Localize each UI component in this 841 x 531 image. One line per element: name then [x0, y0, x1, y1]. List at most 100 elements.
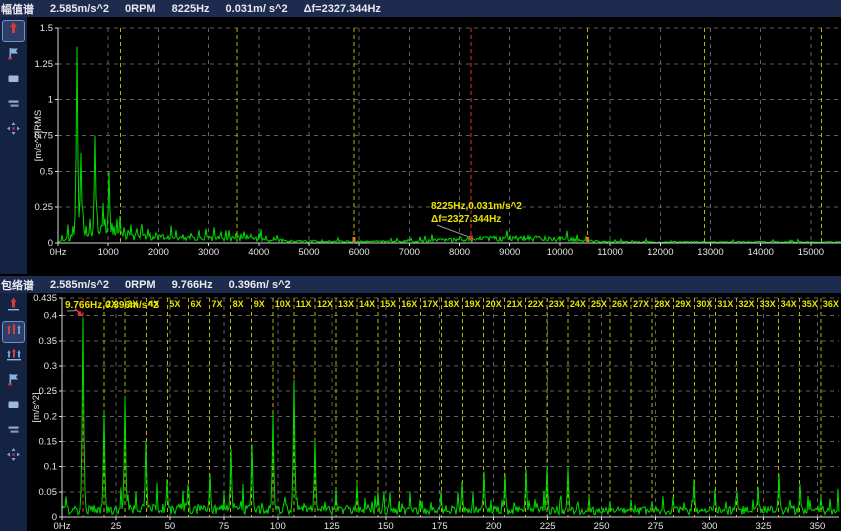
- y-axis-label: [m/s^2]RMS: [33, 110, 44, 161]
- band-icon: [6, 397, 21, 417]
- svg-text:9X: 9X: [254, 299, 265, 309]
- svg-text:32X: 32X: [739, 299, 755, 309]
- svg-text:29X: 29X: [675, 299, 691, 309]
- svg-text:0: 0: [48, 238, 53, 249]
- svg-text:150: 150: [378, 521, 394, 531]
- svg-text:0.3: 0.3: [44, 361, 57, 372]
- svg-text:8X: 8X: [233, 299, 244, 309]
- svg-text:350: 350: [809, 521, 825, 531]
- svg-text:5000: 5000: [298, 247, 319, 258]
- harmonic-cursor-icon: [6, 322, 22, 342]
- delta-f-value: Δf=2327.344Hz: [304, 3, 381, 15]
- svg-text:34X: 34X: [781, 299, 797, 309]
- svg-text:9.766Hz,0.396m/s^2: 9.766Hz,0.396m/s^2: [65, 300, 159, 311]
- svg-text:36X: 36X: [823, 299, 839, 309]
- svg-text:12X: 12X: [317, 299, 333, 309]
- svg-text:175: 175: [432, 521, 448, 531]
- svg-text:14000: 14000: [747, 247, 773, 258]
- move-icon: [6, 447, 21, 467]
- band-icon: [6, 71, 21, 91]
- svg-text:21X: 21X: [507, 299, 523, 309]
- cursor-amplitude-value: 0.031m/ s^2: [226, 3, 288, 15]
- svg-text:10X: 10X: [275, 299, 291, 309]
- svg-text:25X: 25X: [591, 299, 607, 309]
- svg-text:25: 25: [111, 521, 122, 531]
- list-button[interactable]: [2, 95, 25, 117]
- y-axis-label: [m/s^2]: [31, 392, 42, 422]
- single-cursor-button[interactable]: [2, 296, 25, 318]
- svg-text:31X: 31X: [717, 299, 733, 309]
- envelope-spectrum-chart[interactable]: 0Hz2550751001251501752002252502753003253…: [27, 293, 841, 531]
- svg-text:28X: 28X: [654, 299, 670, 309]
- list-icon: [6, 96, 21, 116]
- svg-text:75: 75: [219, 521, 230, 531]
- cursor-frequency-value: 9.766Hz: [172, 279, 213, 291]
- rpm-value: 0RPM: [125, 279, 156, 291]
- svg-text:17X: 17X: [422, 299, 438, 309]
- sideband-cursor-button[interactable]: [2, 346, 25, 368]
- svg-text:1000: 1000: [98, 247, 119, 258]
- svg-text:33X: 33X: [760, 299, 776, 309]
- svg-text:325: 325: [756, 521, 772, 531]
- svg-text:275: 275: [648, 521, 664, 531]
- envelope-toolbar: [0, 293, 27, 531]
- svg-text:0.25: 0.25: [35, 202, 54, 213]
- svg-text:18X: 18X: [443, 299, 459, 309]
- svg-text:11000: 11000: [597, 247, 623, 258]
- panel-title-envelope: 包络谱: [1, 277, 34, 293]
- svg-text:16X: 16X: [401, 299, 417, 309]
- svg-text:9000: 9000: [499, 247, 520, 258]
- svg-text:0: 0: [52, 512, 57, 523]
- svg-text:27X: 27X: [633, 299, 649, 309]
- svg-text:20X: 20X: [486, 299, 502, 309]
- svg-text:225: 225: [540, 521, 556, 531]
- svg-text:15000: 15000: [798, 247, 824, 258]
- band-button[interactable]: [2, 70, 25, 92]
- svg-text:300: 300: [702, 521, 718, 531]
- flag-icon: [6, 372, 21, 392]
- single-cursor-icon: [6, 297, 21, 317]
- amplitude-spectrum-header: 幅值谱 2.585m/s^2 0RPM 8225Hz 0.031m/ s^2 Δ…: [0, 0, 841, 17]
- svg-text:2000: 2000: [148, 247, 169, 258]
- svg-text:0.05: 0.05: [39, 487, 58, 498]
- rpm-value: 0RPM: [125, 3, 156, 15]
- svg-text:125: 125: [324, 521, 340, 531]
- svg-text:6X: 6X: [190, 299, 201, 309]
- svg-text:0.2: 0.2: [44, 411, 57, 422]
- single-cursor-button[interactable]: [2, 20, 25, 42]
- svg-text:5X: 5X: [169, 299, 180, 309]
- amplitude-spectrum-chart[interactable]: 0Hz1000200030004000500060007000800090001…: [27, 17, 841, 276]
- svg-text:14X: 14X: [359, 299, 375, 309]
- svg-text:Δf=2327.344Hz: Δf=2327.344Hz: [431, 214, 501, 225]
- flag-icon: [6, 46, 21, 66]
- svg-text:0.35: 0.35: [39, 336, 58, 347]
- svg-text:0.435: 0.435: [33, 293, 57, 304]
- list-button[interactable]: [2, 421, 25, 443]
- svg-text:0.5: 0.5: [40, 166, 53, 177]
- svg-text:3000: 3000: [198, 247, 219, 258]
- svg-text:13X: 13X: [338, 299, 354, 309]
- svg-text:30X: 30X: [696, 299, 712, 309]
- move-button[interactable]: [2, 120, 25, 142]
- flag-button[interactable]: [2, 371, 25, 393]
- sideband-cursor-icon: [6, 347, 22, 367]
- svg-text:23X: 23X: [549, 299, 565, 309]
- harmonic-cursor-button[interactable]: [2, 321, 25, 343]
- svg-text:26X: 26X: [612, 299, 628, 309]
- svg-text:200: 200: [486, 521, 502, 531]
- list-icon: [6, 422, 21, 442]
- panel-title-amplitude: 幅值谱: [1, 1, 34, 17]
- svg-text:12000: 12000: [647, 247, 673, 258]
- cursor-amplitude-value: 0.396m/ s^2: [229, 279, 291, 291]
- svg-text:15X: 15X: [380, 299, 396, 309]
- svg-text:10000: 10000: [547, 247, 573, 258]
- svg-text:19X: 19X: [464, 299, 480, 309]
- move-button[interactable]: [2, 446, 25, 468]
- svg-text:0.1: 0.1: [44, 462, 57, 473]
- svg-text:0.4: 0.4: [44, 311, 57, 322]
- flag-button[interactable]: [2, 45, 25, 67]
- svg-text:13000: 13000: [697, 247, 723, 258]
- band-button[interactable]: [2, 396, 25, 418]
- amplitude-toolbar: [0, 17, 27, 274]
- svg-text:4000: 4000: [248, 247, 269, 258]
